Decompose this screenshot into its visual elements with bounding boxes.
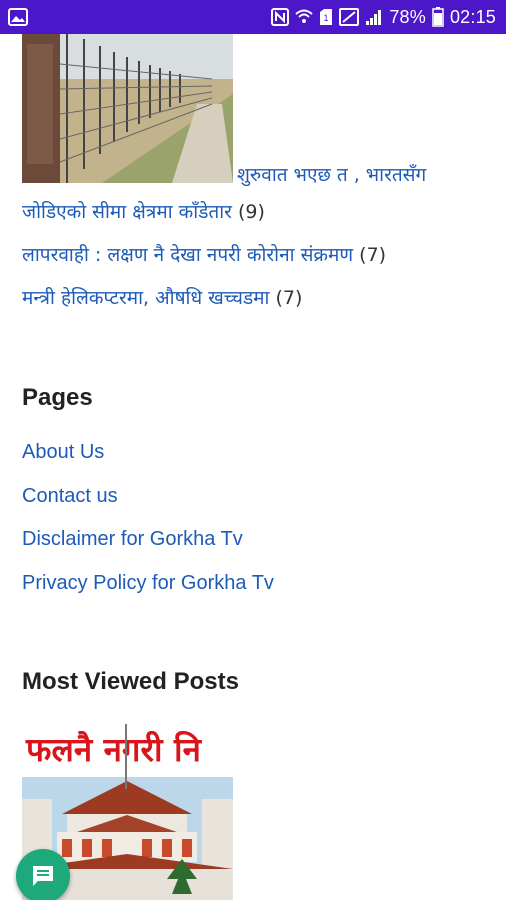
page-content[interactable]: शुरुवात भएछ त , भारतसँग जोडिएको सीमा क्ष… [0,34,506,900]
data-icon [339,8,360,26]
thumbnail-headline: फलनै नगरी नि [25,730,203,769]
post-thumbnail-fence[interactable] [22,34,233,183]
status-bar: 1 78% 02:15 [0,0,506,34]
pages-heading: Pages [22,384,93,411]
chat-fab-button[interactable] [16,849,70,900]
wifi-icon [295,8,313,26]
post-title[interactable]: लापरवाही : लक्षण नै देखा नपरी कोरोना संक… [22,244,353,266]
svg-text:1: 1 [324,13,329,23]
most-viewed-heading: Most Viewed Posts [22,668,239,695]
privacy-policy-link[interactable]: Privacy Policy for Gorkha Tv [22,572,274,595]
post-link-3[interactable]: मन्त्री हेलिकप्टरमा, औषधि खच्चडमा (7) [22,286,302,310]
clock: 02:15 [449,6,496,27]
view-count: (7) [275,287,303,309]
disclaimer-link[interactable]: Disclaimer for Gorkha Tv [22,528,243,551]
post-link-1[interactable]: शुरुवात भएछ त , भारतसँग [237,163,426,187]
battery-percent: 78% [389,6,426,27]
signal-icon [365,8,383,26]
post-title[interactable]: शुरुवात भएछ त , भारतसँग [237,164,426,186]
contact-us-link[interactable]: Contact us [22,485,118,508]
post-link-1-cont[interactable]: जोडिएको सीमा क्षेत्रमा काँडेतार (9) [22,200,265,224]
battery-icon [432,7,444,27]
post-title[interactable]: जोडिएको सीमा क्षेत्रमा काँडेतार [22,201,232,223]
view-count: (9) [237,201,265,223]
sim-icon: 1 [319,8,333,26]
nfc-icon [271,8,290,26]
post-title[interactable]: मन्त्री हेलिकप्टरमा, औषधि खच्चडमा [22,287,269,309]
about-us-link[interactable]: About Us [22,441,104,464]
gallery-icon [8,8,28,26]
post-link-2[interactable]: लापरवाही : लक्षण नै देखा नपरी कोरोना संक… [22,243,386,267]
chat-icon [30,863,56,889]
view-count: (7) [359,244,387,266]
